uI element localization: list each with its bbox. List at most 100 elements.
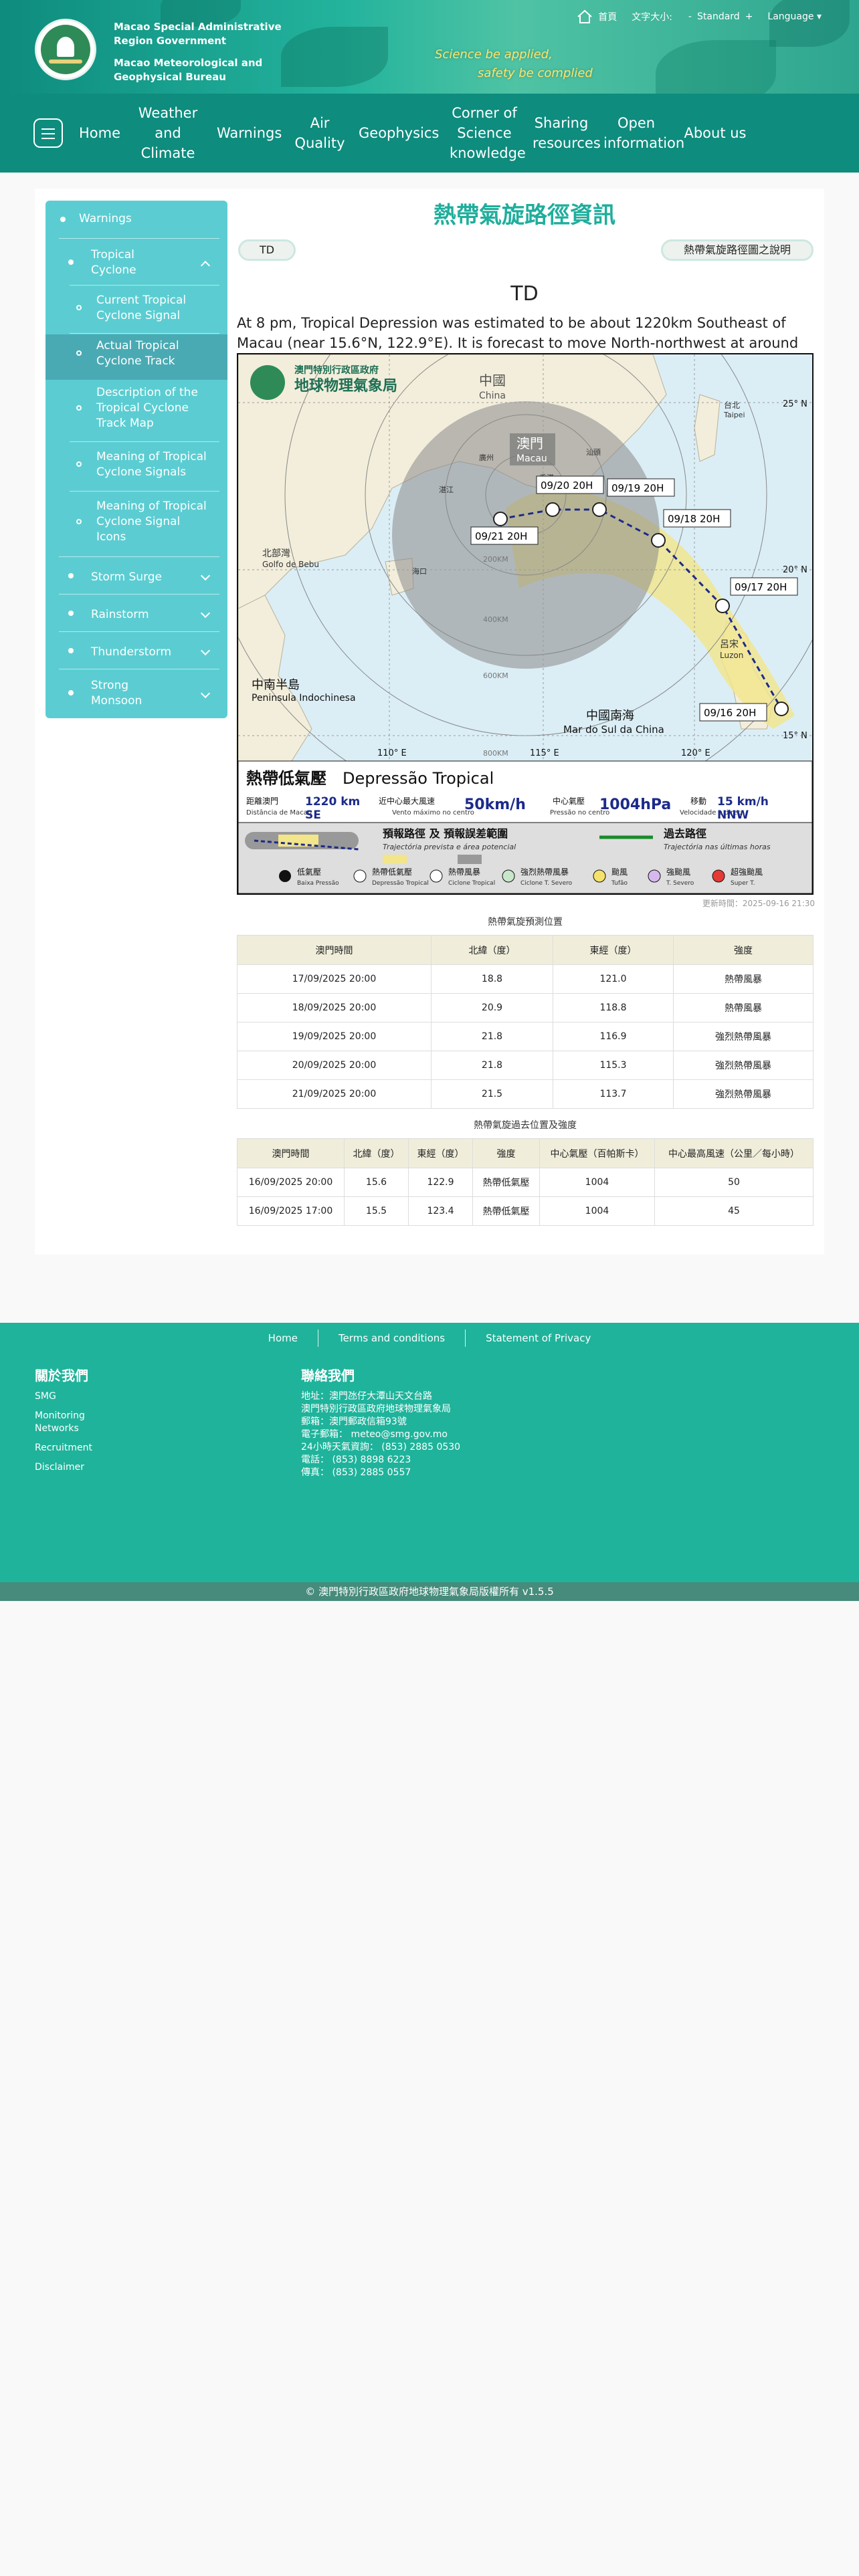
map-label-macau: 澳門 — [516, 435, 543, 451]
decor-leaf — [656, 40, 776, 94]
footer-link-home[interactable]: Home — [268, 1332, 298, 1344]
cell-lon: 123.4 — [408, 1196, 473, 1226]
bullet-icon — [68, 259, 74, 265]
lat-label: 20° N — [783, 565, 807, 575]
sidebar-item-label: Thunderstorm — [91, 645, 172, 659]
footer-link-terms[interactable]: Terms and conditions — [339, 1332, 445, 1344]
footer-link-privacy[interactable]: Statement of Privacy — [486, 1332, 591, 1344]
col-header: 中心氣壓（百帕斯卡） — [539, 1138, 655, 1168]
cell-pressure: 1004 — [539, 1196, 655, 1226]
table-row: 21/09/2025 20:00 21.5 113.7 強烈熱帶風暴 — [237, 1079, 814, 1109]
divider — [59, 631, 219, 632]
chevron-down-icon — [200, 608, 211, 619]
table-row: 18/09/2025 20:00 20.9 118.8 熱帶風暴 — [237, 993, 814, 1023]
map-label-shantou: 汕頭 — [586, 448, 601, 457]
storm-tab-button[interactable]: TD — [238, 239, 296, 261]
divider — [59, 238, 219, 239]
cell-lon: 118.8 — [553, 993, 674, 1023]
cell-lat: 21.8 — [431, 1051, 553, 1080]
font-increase-button[interactable]: + — [745, 11, 753, 22]
map-logo-line2: 地球物理氣象局 — [294, 377, 397, 395]
font-decrease-button[interactable]: - — [688, 11, 692, 22]
site-banner: Macao Special Administrative Region Gove… — [0, 0, 859, 94]
sidebar-subitem-icon-meaning[interactable]: Meaning of Tropical Cyclone Signal Icons — [45, 499, 227, 551]
track-point-icon — [651, 533, 666, 548]
legend-item-label: 強烈熱帶風暴 — [520, 867, 569, 877]
cell-lat: 15.6 — [344, 1168, 409, 1197]
footer-about-link[interactable]: Monitoring Networks — [35, 1410, 95, 1435]
sidebar-item-strong-monsoon[interactable]: Strong Monsoon — [45, 678, 227, 712]
nav-warnings[interactable]: Warnings — [210, 123, 288, 143]
cell-lat: 18.8 — [431, 964, 553, 994]
table-header-row: 澳門時間 北緯（度） 東經（度） 強度 — [237, 935, 814, 965]
nav-open-information[interactable]: Open information — [597, 113, 684, 153]
nav-about-us[interactable]: About us — [676, 123, 755, 143]
cell-lat: 21.8 — [431, 1022, 553, 1051]
dist-value: 1220 km — [305, 795, 360, 809]
menu-toggle-button[interactable] — [33, 118, 63, 148]
td-icon — [353, 869, 367, 883]
circle-bullet-icon — [76, 305, 82, 310]
sidebar-item-label: Storm Surge — [91, 570, 163, 584]
contact-line: 郵箱：澳門郵政信箱93號 — [301, 1416, 407, 1427]
footer-about-link[interactable]: Recruitment — [35, 1442, 169, 1455]
home-link[interactable]: 首頁 — [598, 10, 617, 23]
map-label-indochina-en: Peninsula Indochinesa — [252, 693, 356, 704]
sidebar-subitem-current-signal[interactable]: Current Tropical Cyclone Signal — [45, 293, 227, 330]
wind-value: 50km/h — [464, 796, 526, 813]
legend-item-label: 超強颱風 — [731, 867, 763, 877]
map-label-macau-en: Macau — [516, 453, 547, 464]
contact-line: 地址：澳門氹仔大潭山天文台路 — [301, 1391, 432, 1402]
sidebar-subitem-track-map-description[interactable]: Description of the Tropical Cyclone Trac… — [45, 385, 227, 437]
nav-home[interactable]: Home — [72, 123, 126, 143]
nav-air-quality[interactable]: Air Quality — [288, 113, 352, 153]
macao-emblem-logo[interactable] — [35, 19, 96, 80]
table-row: 16/09/2025 20:00 15.6 122.9 熱帶低氣壓 1004 50 — [237, 1168, 814, 1197]
home-icon[interactable] — [577, 9, 593, 24]
decor-leaf — [281, 27, 388, 87]
lon-label: 110° E — [377, 748, 407, 758]
legend-item-pt: T. Severo — [666, 880, 694, 887]
sidebar-subitem-actual-track[interactable]: Actual Tropical Cyclone Track — [45, 338, 227, 376]
footer-about-link[interactable]: SMG — [35, 1390, 169, 1403]
past-table: 澳門時間 北緯（度） 東經（度） 強度 中心氣壓（百帕斯卡） 中心最高風速（公里… — [237, 1138, 814, 1226]
contact-email[interactable]: 電子郵箱： meteo@smg.gov.mo — [301, 1428, 569, 1441]
bullet-icon — [68, 573, 74, 578]
sidebar-item-rainstorm[interactable]: Rainstorm — [45, 606, 227, 626]
font-standard-button[interactable]: Standard — [697, 11, 740, 22]
cell-intensity: 強烈熱帶風暴 — [673, 1079, 814, 1109]
nav-sharing-resources[interactable]: Sharing resources — [526, 113, 601, 153]
language-dropdown[interactable]: Language ▾ — [767, 11, 822, 22]
severe-typhoon-icon — [648, 869, 661, 883]
nav-science-corner[interactable]: Corner of Science knowledge — [443, 103, 526, 163]
nav-geophysics[interactable]: Geophysics — [352, 123, 443, 143]
cell-time: 19/09/2025 20:00 — [237, 1022, 432, 1051]
sidebar-subitem-signal-meaning[interactable]: Meaning of Tropical Cyclone Signals — [45, 449, 227, 487]
track-tag: 09/20 20H — [541, 479, 593, 492]
footer-about: 關於我們 SMG Monitoring Networks Recruitment… — [35, 1369, 169, 1474]
divider — [70, 441, 219, 442]
track-map[interactable]: 澳門特別行政區政府 地球物理氣象局 中國 China 澳門 Macau 台北 T… — [237, 353, 814, 895]
sidebar-item-label: Tropical Cyclone — [91, 248, 136, 277]
government-names: Macao Special Administrative Region Gove… — [114, 20, 282, 84]
sts-icon — [502, 869, 515, 883]
page-title: 熱帶氣旋路徑資訊 — [434, 202, 615, 229]
col-header: 澳門時間 — [237, 1138, 345, 1168]
legend-item-pt: Tufão — [611, 880, 628, 887]
sidebar-item-tropical-cyclone[interactable]: Tropical Cyclone — [45, 247, 227, 281]
legend-item-pt: Depressão Tropical — [372, 880, 429, 887]
track-map-explanation-button[interactable]: 熱帶氣旋路徑圖之說明 — [661, 239, 814, 261]
table-row: 20/09/2025 20:00 21.8 115.3 強烈熱帶風暴 — [237, 1051, 814, 1080]
footer-contact-title: 聯絡我們 — [301, 1368, 355, 1384]
sidebar-item-storm-surge[interactable]: Storm Surge — [45, 568, 227, 588]
divider — [70, 491, 219, 492]
circle-bullet-icon — [76, 461, 82, 467]
sidebar-item-thunderstorm[interactable]: Thunderstorm — [45, 643, 227, 663]
cell-wind: 45 — [654, 1196, 814, 1226]
divider — [59, 594, 219, 595]
nav-weather-climate[interactable]: Weather and Climate — [126, 103, 210, 163]
sidebar-item-warnings[interactable]: Warnings — [45, 211, 227, 235]
cell-time: 18/09/2025 20:00 — [237, 993, 432, 1023]
footer-about-link[interactable]: Disclaimer — [35, 1461, 169, 1474]
map-label-indochina: 中南半島 — [252, 678, 300, 692]
